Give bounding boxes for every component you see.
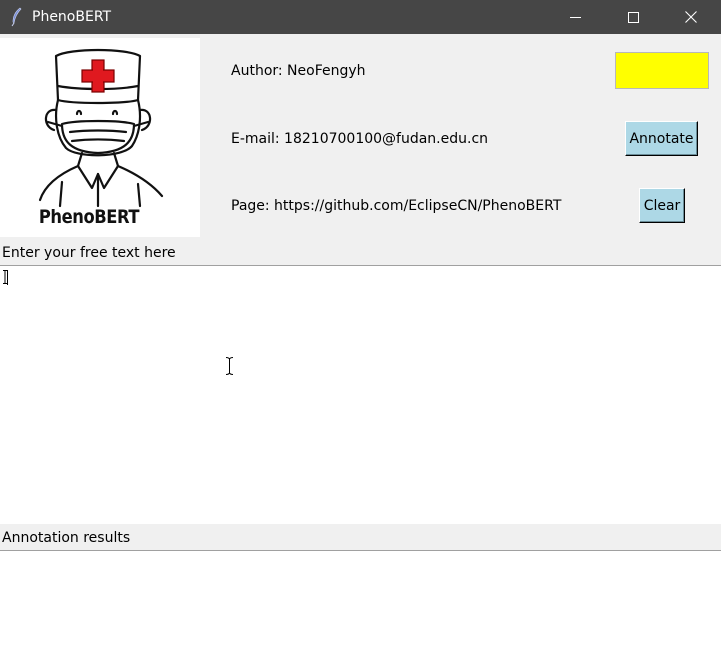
email-label: E-mail: 18210700100@fudan.edu.cn — [231, 131, 489, 147]
close-button[interactable] — [668, 0, 714, 34]
annotation-results-output[interactable] — [0, 550, 721, 654]
annotate-button[interactable]: Annotate — [625, 121, 698, 156]
header-panel: PhenoBERT Author: NeoFengyh E-mail: 1821… — [0, 34, 721, 271]
free-text-input[interactable] — [0, 265, 721, 524]
author-label: Author: NeoFengyh — [231, 63, 366, 79]
logo-text: PhenoBERT — [38, 206, 140, 228]
clear-button[interactable]: Clear — [639, 188, 685, 223]
doctor-with-mask-illustration — [38, 48, 164, 208]
color-swatch — [615, 52, 709, 89]
maximize-icon — [627, 11, 639, 23]
text-caret — [7, 270, 8, 285]
minimize-button[interactable] — [552, 0, 598, 34]
window-title: PhenoBERT — [32, 9, 112, 25]
maximize-button[interactable] — [610, 0, 656, 34]
window-titlebar[interactable]: PhenoBERT — [0, 0, 721, 34]
free-text-label: Enter your free text here — [2, 245, 176, 261]
minimize-icon — [569, 16, 581, 18]
close-icon — [685, 11, 697, 23]
page-label: Page: https://github.com/EclipseCN/Pheno… — [231, 198, 562, 214]
feather-icon — [11, 7, 22, 27]
annotation-results-label: Annotation results — [2, 530, 131, 546]
mouse-ibeam-icon — [225, 357, 234, 375]
